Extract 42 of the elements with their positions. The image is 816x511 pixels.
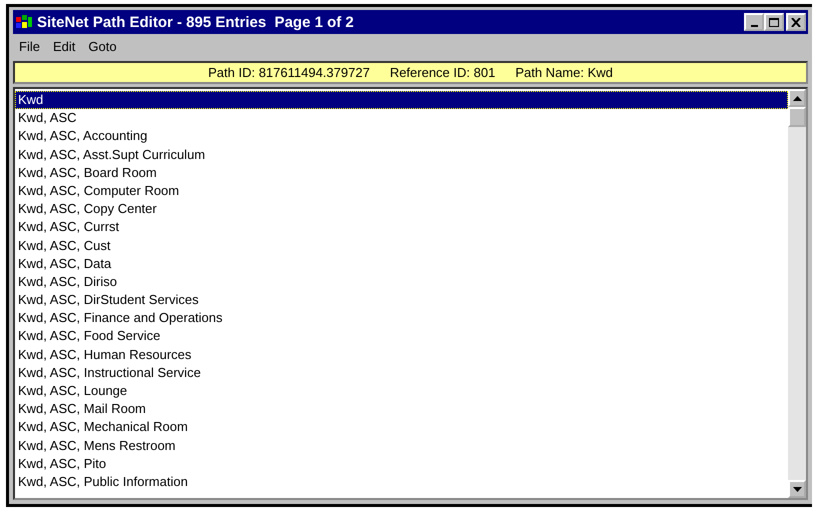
scroll-up-button[interactable] <box>788 89 806 107</box>
up-arrow-icon <box>792 96 802 100</box>
close-button[interactable] <box>786 13 806 31</box>
maximize-button[interactable] <box>764 13 784 31</box>
list-item[interactable]: Kwd, ASC, Board Room <box>15 164 788 182</box>
minimize-icon <box>750 24 758 26</box>
list-item[interactable]: Kwd, ASC, Pito <box>15 454 788 473</box>
list-item[interactable]: Kwd, ASC, Currst <box>15 218 788 236</box>
window-title: SiteNet Path Editor - 895 Entries Page 1 of 2 <box>37 14 355 30</box>
scrollbar[interactable] <box>788 89 806 498</box>
app-icon <box>15 14 33 30</box>
list-item[interactable]: Kwd, ASC <box>15 109 788 128</box>
list-item[interactable]: Kwd, ASC, Cust <box>15 236 788 255</box>
list-item[interactable]: Kwd, ASC, Public Information <box>15 472 788 492</box>
list-item[interactable]: Kwd, ASC, Diriso <box>15 272 788 292</box>
menu-item[interactable]: Goto <box>88 38 117 54</box>
list-item[interactable]: Kwd, ASC, Food Service <box>15 327 788 346</box>
list-item[interactable]: Kwd <box>15 91 788 110</box>
list-item[interactable]: Kwd, ASC, Mechanical Room <box>15 418 788 437</box>
info-text: Path Name: Kwd <box>515 65 613 80</box>
info-text: Reference ID: 801 <box>390 65 496 80</box>
scroll-thumb[interactable] <box>788 107 806 127</box>
list-item[interactable]: Kwd, ASC, Human Resources <box>15 346 788 364</box>
maximize-icon <box>769 18 779 26</box>
list-item[interactable]: Kwd, ASC, DirStudent Services <box>15 291 788 310</box>
list-item[interactable]: Kwd, ASC, Asst.Supt Curriculum <box>15 146 788 164</box>
list-item[interactable]: Kwd, ASC, Instructional Service <box>15 364 788 382</box>
menu-item[interactable]: Edit <box>52 38 76 54</box>
info-text: Path ID: 817611494.379727 <box>208 65 370 80</box>
list-item[interactable]: Kwd, ASC, Accounting <box>15 127 788 146</box>
down-arrow-icon <box>792 486 802 492</box>
list-item[interactable]: Kwd, ASC, Computer Room <box>15 182 788 200</box>
list-item[interactable]: Kwd, ASC, Lounge <box>15 382 788 400</box>
list-item[interactable]: Kwd, ASC, Mail Room <box>15 400 788 418</box>
list-item[interactable]: Kwd, ASC, Copy Center <box>15 200 788 218</box>
minimize-button[interactable] <box>744 13 764 31</box>
scroll-down-button[interactable] <box>788 480 806 498</box>
close-icon <box>791 18 801 26</box>
list-item[interactable]: Kwd, ASC, Finance and Operations <box>15 309 788 328</box>
menu-item[interactable]: File <box>19 38 40 54</box>
list-item[interactable]: Kwd, ASC, Mens Restroom <box>15 436 788 455</box>
list-item[interactable]: Kwd, ASC, Data <box>15 254 788 273</box>
